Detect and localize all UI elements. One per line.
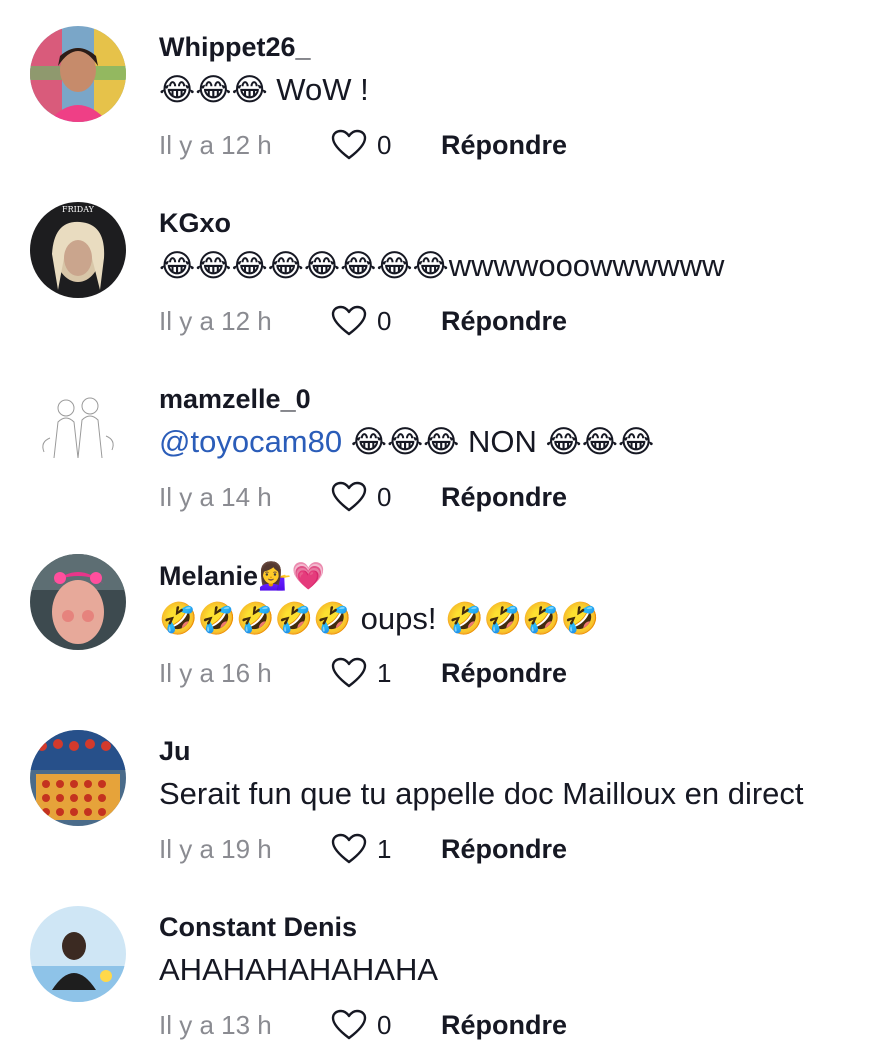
avatar[interactable] <box>30 554 126 650</box>
comment-item: Ju Serait fun que tu appelle doc Maillou… <box>0 704 892 880</box>
comment-meta: Il y a 19 h 1 Répondre <box>159 832 567 866</box>
comment-text: AHAHAHAHAHAHA <box>159 952 439 987</box>
timestamp: Il y a 16 h <box>159 657 272 688</box>
avatar[interactable] <box>30 730 126 826</box>
username[interactable]: KGxo <box>159 208 231 239</box>
heart-outline-icon[interactable] <box>331 305 367 337</box>
comment-item: FRIDAY KGxo 😂😂😂😂😂😂😂😂wwwwooowwwwww Il y a… <box>0 176 892 352</box>
username[interactable]: Melanie💁‍♀️💗 <box>159 560 325 592</box>
comment-text: 🤣🤣🤣🤣🤣 oups! 🤣🤣🤣🤣 <box>159 601 600 636</box>
username[interactable]: mamzelle_0 <box>159 384 311 415</box>
mention-link[interactable]: @toyocam80 <box>159 424 342 459</box>
like-button[interactable]: 1 <box>331 657 441 689</box>
timestamp: Il y a 14 h <box>159 481 272 512</box>
timestamp: Il y a 12 h <box>159 305 272 336</box>
reply-button[interactable]: Répondre <box>441 1010 567 1041</box>
heart-outline-icon[interactable] <box>331 833 367 865</box>
like-count: 0 <box>377 481 392 512</box>
reply-button[interactable]: Répondre <box>441 834 567 865</box>
reply-button[interactable]: Répondre <box>441 130 567 161</box>
like-count: 0 <box>377 1009 392 1040</box>
comment-text: 😂😂😂😂😂😂😂😂wwwwooowwwwww <box>159 248 725 283</box>
avatar[interactable] <box>30 26 126 122</box>
comment-item: Whippet26_ 😂😂😂 WoW ! Il y a 12 h 0 Répon… <box>0 0 892 176</box>
timestamp: Il y a 19 h <box>159 833 272 864</box>
comment-meta: Il y a 16 h 1 Répondre <box>159 656 567 690</box>
like-count: 1 <box>377 657 392 688</box>
heart-outline-icon[interactable] <box>331 129 367 161</box>
like-button[interactable]: 1 <box>331 833 441 865</box>
timestamp: Il y a 13 h <box>159 1009 272 1040</box>
username[interactable]: Whippet26_ <box>159 32 311 63</box>
comment-meta: Il y a 14 h 0 Répondre <box>159 480 567 514</box>
like-button[interactable]: 0 <box>331 305 441 337</box>
like-count: 1 <box>377 833 392 864</box>
timestamp: Il y a 12 h <box>159 129 272 160</box>
heart-outline-icon[interactable] <box>331 481 367 513</box>
comment-item: Melanie💁‍♀️💗 🤣🤣🤣🤣🤣 oups! 🤣🤣🤣🤣 Il y a 16 … <box>0 528 892 704</box>
comment-item: mamzelle_0 @toyocam80 😂😂😂 NON 😂😂😂 Il y a… <box>0 352 892 528</box>
svg-text:FRIDAY: FRIDAY <box>62 205 95 214</box>
username[interactable]: Constant Denis <box>159 912 357 943</box>
like-button[interactable]: 0 <box>331 129 441 161</box>
avatar[interactable] <box>30 906 126 1002</box>
like-button[interactable]: 0 <box>331 481 441 513</box>
comment-meta: Il y a 13 h 0 Répondre <box>159 1008 567 1042</box>
comment-meta: Il y a 12 h 0 Répondre <box>159 128 567 162</box>
heart-outline-icon[interactable] <box>331 1009 367 1041</box>
username[interactable]: Ju <box>159 736 191 767</box>
comment-text: @toyocam80 😂😂😂 NON 😂😂😂 <box>159 424 654 460</box>
reply-button[interactable]: Répondre <box>441 306 567 337</box>
like-count: 0 <box>377 129 392 160</box>
comment-item: Constant Denis AHAHAHAHAHAHA Il y a 13 h… <box>0 880 892 1056</box>
avatar[interactable]: FRIDAY <box>30 202 126 298</box>
reply-button[interactable]: Répondre <box>441 658 567 689</box>
reply-button[interactable]: Répondre <box>441 482 567 513</box>
comment-meta: Il y a 12 h 0 Répondre <box>159 304 567 338</box>
like-count: 0 <box>377 305 392 336</box>
comment-text: 😂😂😂 WoW ! <box>159 72 369 107</box>
heart-outline-icon[interactable] <box>331 657 367 689</box>
comment-text-body: 😂😂😂 NON 😂😂😂 <box>342 424 655 459</box>
avatar[interactable] <box>30 378 126 474</box>
comment-text: Serait fun que tu appelle doc Mailloux e… <box>159 776 804 811</box>
like-button[interactable]: 0 <box>331 1009 441 1041</box>
